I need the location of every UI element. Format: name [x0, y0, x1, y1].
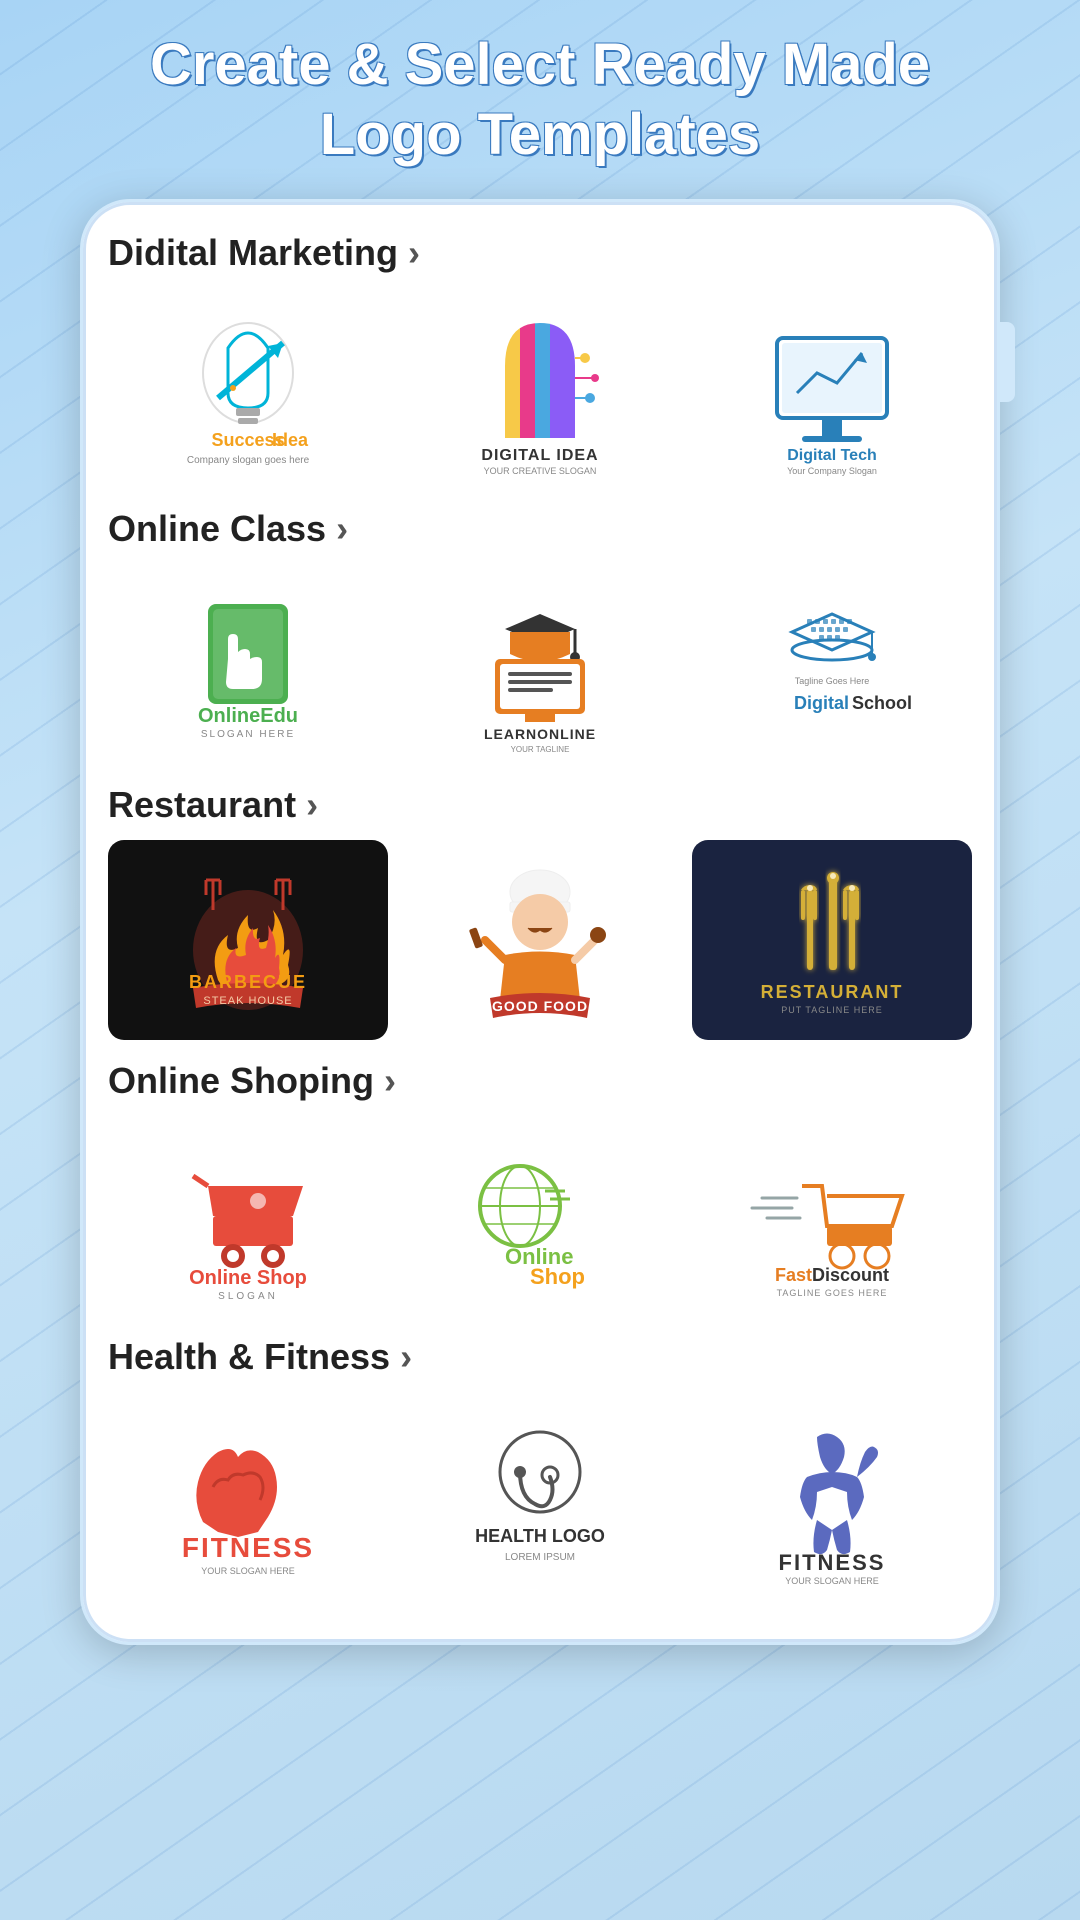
chevron-right-icon: ›	[384, 1060, 396, 1102]
page-title: Create & Select Ready Made Logo Template…	[150, 30, 930, 169]
logo-card-digital-school[interactable]: Tagline Goes Here Digital School	[692, 564, 972, 764]
section-online-class: Online Class › OnlineEdu SLOGAN HERE	[108, 508, 972, 764]
chevron-right-icon: ›	[336, 508, 348, 550]
svg-text:RESTAURANT: RESTAURANT	[761, 982, 904, 1002]
svg-text:Your Company Slogan: Your Company Slogan	[787, 466, 877, 476]
svg-text:DIGITAL IDEA: DIGITAL IDEA	[481, 447, 598, 464]
section-header-health-fitness[interactable]: Health & Fitness ›	[108, 1336, 972, 1378]
section-title: Health & Fitness	[108, 1336, 390, 1378]
svg-text:Online Shop: Online Shop	[189, 1267, 307, 1289]
svg-text:YOUR SLOGAN HERE: YOUR SLOGAN HERE	[201, 1566, 295, 1576]
section-title: Restaurant	[108, 784, 296, 826]
svg-text:SLOGAN: SLOGAN	[218, 1291, 278, 1302]
logo-card-barbecue[interactable]: BARBECUE STEAK HOUSE	[108, 840, 388, 1040]
logo-card-digital-tech[interactable]: Digital Tech Your Company Slogan	[692, 288, 972, 488]
section-header-online-class[interactable]: Online Class ›	[108, 508, 972, 550]
svg-text:FITNESS: FITNESS	[779, 1550, 886, 1575]
logo-card-health-logo[interactable]: HEALTH LOGO LOREM IPSUM	[400, 1392, 680, 1592]
logo-grid-online-shoping: Online Shop SLOGAN	[108, 1116, 972, 1316]
section-title: Didital Marketing	[108, 232, 398, 274]
svg-text:TAGLINE GOES HERE: TAGLINE GOES HERE	[777, 1288, 888, 1298]
svg-text:BARBECUE: BARBECUE	[189, 972, 307, 992]
section-health-fitness: Health & Fitness › FITNESS YOUR SLOGAN H…	[108, 1336, 972, 1592]
svg-text:Tagline Goes Here: Tagline Goes Here	[795, 676, 870, 686]
svg-text:YOUR SLOGAN HERE: YOUR SLOGAN HERE	[785, 1576, 879, 1586]
logo-card-fitness2[interactable]: FITNESS YOUR SLOGAN HERE	[692, 1392, 972, 1592]
svg-text:YOUR CREATIVE SLOGAN: YOUR CREATIVE SLOGAN	[484, 466, 597, 476]
logo-card-learn-online[interactable]: LEARNONLINE YOUR TAGLINE	[400, 564, 680, 764]
logo-card-good-food[interactable]: GOOD FOOD	[400, 840, 680, 1040]
chevron-right-icon: ›	[400, 1336, 412, 1378]
logo-grid-health-fitness: FITNESS YOUR SLOGAN HERE HEALTH LOGO LOR…	[108, 1392, 972, 1592]
svg-text:STEAK HOUSE: STEAK HOUSE	[203, 995, 292, 1007]
section-online-shoping: Online Shoping ›	[108, 1060, 972, 1316]
section-restaurant: Restaurant ›	[108, 784, 972, 1040]
svg-text:LOREM IPSUM: LOREM IPSUM	[505, 1552, 575, 1563]
logo-card-fast-discount[interactable]: FastDiscount TAGLINE GOES HERE	[692, 1116, 972, 1316]
logo-card-online-shop2[interactable]: Online Shop	[400, 1116, 680, 1316]
section-title: Online Shoping	[108, 1060, 374, 1102]
section-digital-marketing: Didital Marketing › Success	[108, 232, 972, 488]
section-header-restaurant[interactable]: Restaurant ›	[108, 784, 972, 826]
logo-grid-online-class: OnlineEdu SLOGAN HERE	[108, 564, 972, 764]
svg-text:Company slogan goes here: Company slogan goes here	[187, 455, 310, 466]
svg-text:Digital Tech: Digital Tech	[787, 447, 877, 464]
section-title: Online Class	[108, 508, 326, 550]
svg-text:Digital: Digital	[794, 693, 849, 713]
svg-text:HEALTH LOGO: HEALTH LOGO	[475, 1526, 605, 1546]
logo-grid-restaurant: BARBECUE STEAK HOUSE	[108, 840, 972, 1040]
svg-text:Shop: Shop	[530, 1264, 585, 1289]
logo-card-digital-idea[interactable]: DIGITAL IDEA YOUR CREATIVE SLOGAN	[400, 288, 680, 488]
svg-text:Idea: Idea	[272, 430, 309, 450]
svg-text:FastDiscount: FastDiscount	[775, 1265, 889, 1285]
logo-card-restaurant[interactable]: RESTAURANT PUT TAGLINE HERE	[692, 840, 972, 1040]
chevron-right-icon: ›	[408, 232, 420, 274]
section-header-online-shoping[interactable]: Online Shoping ›	[108, 1060, 972, 1102]
svg-text:YOUR TAGLINE: YOUR TAGLINE	[511, 745, 570, 754]
logo-grid-digital-marketing: Success Idea Company slogan goes here	[108, 288, 972, 488]
phone-frame: Didital Marketing › Success	[80, 199, 1000, 1645]
logo-card-fitness1[interactable]: FITNESS YOUR SLOGAN HERE	[108, 1392, 388, 1592]
svg-text:School: School	[852, 693, 912, 713]
svg-text:FITNESS: FITNESS	[182, 1532, 314, 1563]
chevron-right-icon: ›	[306, 784, 318, 826]
logo-card-online-shop1[interactable]: Online Shop SLOGAN	[108, 1116, 388, 1316]
section-header-digital-marketing[interactable]: Didital Marketing ›	[108, 232, 972, 274]
logo-card-online-edu[interactable]: OnlineEdu SLOGAN HERE	[108, 564, 388, 764]
svg-text:OnlineEdu: OnlineEdu	[198, 705, 298, 727]
logo-card-success-idea[interactable]: Success Idea Company slogan goes here	[108, 288, 388, 488]
svg-text:GOOD FOOD: GOOD FOOD	[492, 998, 588, 1014]
svg-text:PUT TAGLINE HERE: PUT TAGLINE HERE	[781, 1005, 883, 1015]
svg-text:LEARNONLINE: LEARNONLINE	[484, 726, 596, 742]
svg-text:SLOGAN HERE: SLOGAN HERE	[201, 729, 295, 740]
